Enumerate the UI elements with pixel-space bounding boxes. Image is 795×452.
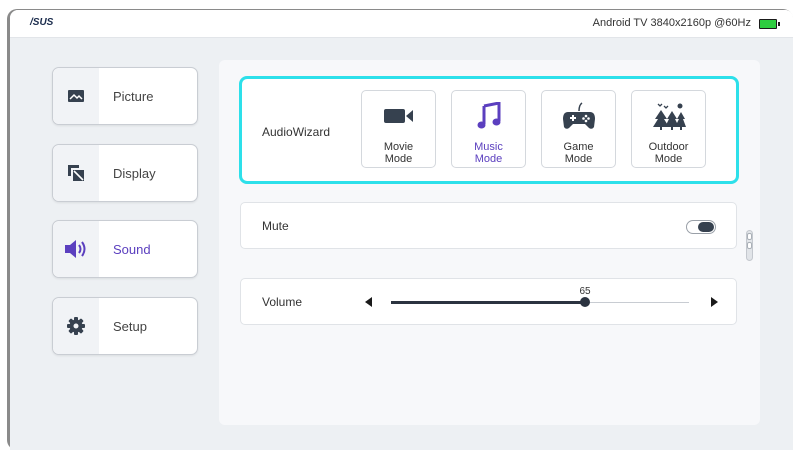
resolution-status: Android TV 3840x2160p @60Hz <box>592 17 751 29</box>
toggle-knob <box>698 222 714 232</box>
mute-toggle[interactable] <box>686 220 716 234</box>
screen: /SUS Android TV 3840x2160p @60Hz Picture… <box>10 10 793 450</box>
mute-label: Mute <box>262 219 289 233</box>
picture-icon <box>68 90 84 102</box>
sidebar-item-label: Setup <box>113 318 147 334</box>
asus-logo: /SUS <box>30 17 54 28</box>
mode-label: Music <box>474 141 503 153</box>
sidebar-item-label: Display <box>113 165 156 181</box>
scrollbar[interactable] <box>746 230 753 261</box>
mode-label: Mode <box>474 153 503 165</box>
trees-icon <box>652 103 686 130</box>
music-note-icon <box>477 102 500 129</box>
gear-icon <box>67 317 85 335</box>
sidebar-item-setup[interactable]: Setup <box>52 297 198 355</box>
audio-wizard-section: AudioWizard Movie Mode Music Mode Game M… <box>239 76 739 184</box>
gamepad-icon <box>562 102 595 129</box>
volume-label: Volume <box>262 295 303 309</box>
sidebar-item-display[interactable]: Display <box>52 144 198 202</box>
game-mode-button[interactable]: Game Mode <box>541 90 616 168</box>
mode-label: Mode <box>384 153 413 165</box>
mode-label: Outdoor <box>648 141 689 153</box>
mode-label: Game <box>563 141 594 153</box>
movie-mode-button[interactable]: Movie Mode <box>361 90 436 168</box>
sidebar-item-label: Sound <box>113 241 151 257</box>
outdoor-mode-button[interactable]: Outdoor Mode <box>631 90 706 168</box>
volume-slider[interactable] <box>391 297 689 307</box>
volume-thumb[interactable] <box>580 297 590 307</box>
volume-increase-icon[interactable] <box>711 297 718 307</box>
volume-row: Volume 65 <box>240 278 737 325</box>
audio-wizard-label: AudioWizard <box>262 125 331 139</box>
volume-value: 65 <box>579 286 591 297</box>
volume-decrease-icon[interactable] <box>365 297 372 307</box>
speaker-icon <box>65 240 86 258</box>
video-camera-icon <box>383 109 413 123</box>
mode-label: Mode <box>564 153 593 165</box>
music-mode-button[interactable]: Music Mode <box>451 90 526 168</box>
sidebar-item-sound[interactable]: Sound <box>52 220 198 278</box>
battery-icon <box>759 19 780 29</box>
sidebar-item-label: Picture <box>113 88 154 104</box>
status-bar: /SUS Android TV 3840x2160p @60Hz <box>10 10 793 38</box>
display-icon <box>68 165 84 181</box>
mute-row[interactable]: Mute <box>240 202 737 249</box>
mode-label: Movie <box>383 141 414 153</box>
volume-fill <box>391 301 585 304</box>
sidebar-item-picture[interactable]: Picture <box>52 67 198 125</box>
sound-settings-panel: AudioWizard Movie Mode Music Mode Game M… <box>219 60 760 425</box>
mode-label: Mode <box>654 153 683 165</box>
